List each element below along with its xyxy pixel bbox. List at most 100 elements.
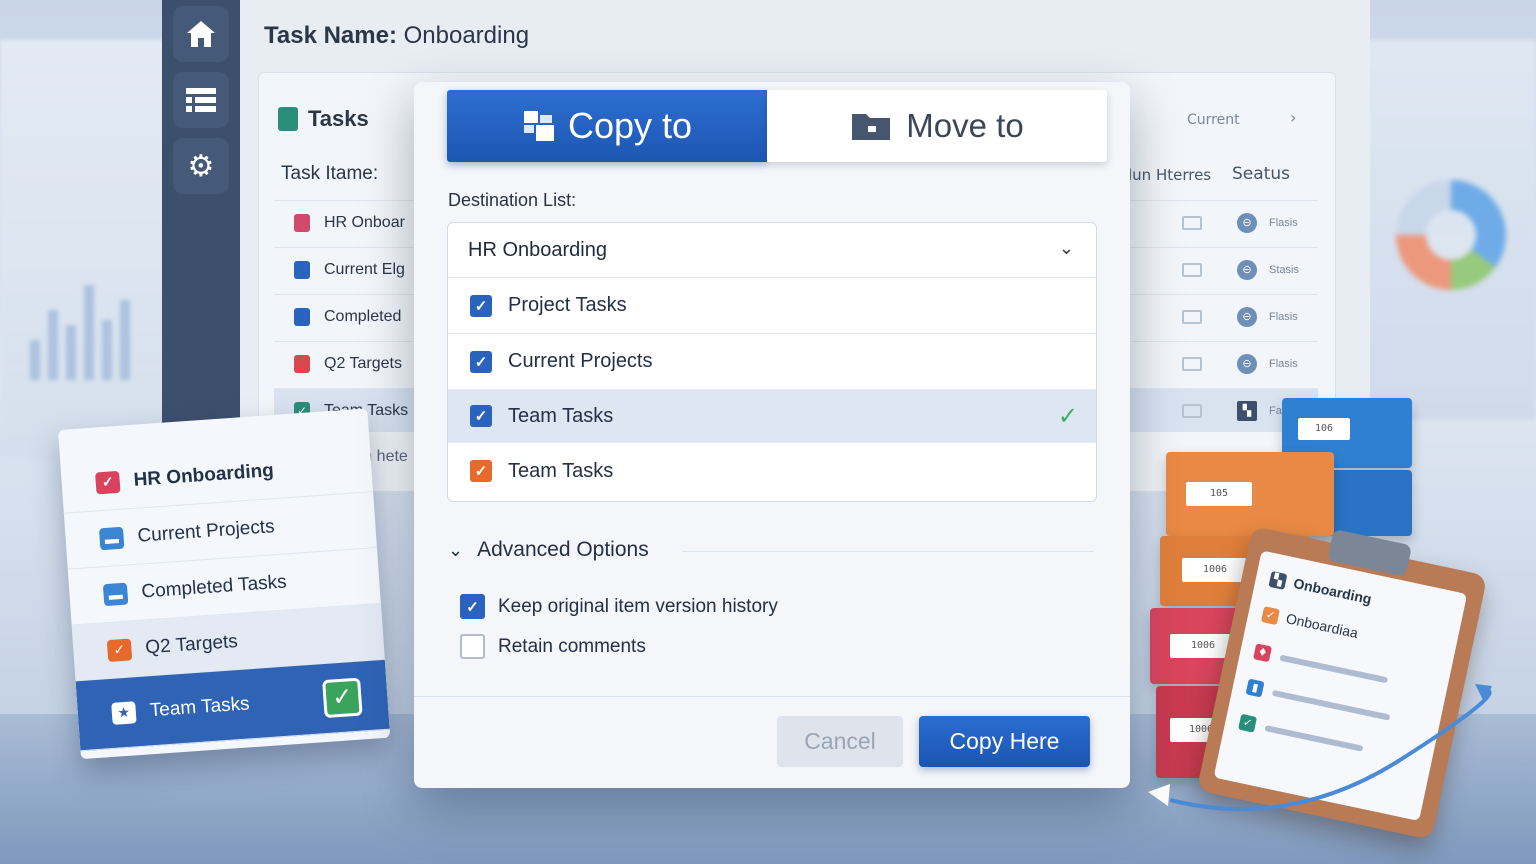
status-icon: ⊖	[1237, 353, 1257, 374]
advanced-options-toggle[interactable]: ⌄ Advanced Options	[448, 538, 649, 562]
chevron-right-icon[interactable]: ›	[1290, 108, 1296, 127]
retain-comments-option[interactable]: Retain comments	[460, 634, 646, 659]
copy-here-button[interactable]: Copy Here	[919, 716, 1090, 767]
floating-list-card: ✓ HR Onboarding ▬ Current Projects ▬ Com…	[58, 408, 391, 760]
option-label: Team Tasks	[508, 404, 614, 427]
background-dashboard-right	[1366, 40, 1536, 420]
sidebar-list-button[interactable]	[173, 72, 229, 128]
column-header-task[interactable]: Task Itame:	[281, 163, 378, 185]
background-dashboard-left	[0, 40, 170, 460]
folder-icon	[852, 114, 891, 140]
dialog-footer-divider	[414, 696, 1130, 697]
row-label: HR Onboar	[324, 213, 405, 231]
row-status: Stasis	[1269, 263, 1299, 276]
home-icon	[187, 21, 215, 47]
mail-icon	[1182, 215, 1202, 230]
background-donut-chart	[1396, 180, 1506, 290]
folder-icon: ▬	[98, 526, 125, 550]
option-checkbox[interactable]: ✓	[470, 460, 492, 482]
destination-select[interactable]: HR Onboarding ⌄	[448, 223, 1096, 278]
advanced-options-label: Advanced Options	[477, 538, 649, 561]
row-status: Flasis	[1269, 310, 1298, 323]
float-item-label: Completed Tasks	[140, 570, 288, 603]
keep-history-checkbox[interactable]: ✓	[460, 594, 485, 619]
status-icon: ⊖	[1237, 259, 1257, 280]
option-label: Team Tasks	[508, 459, 614, 482]
tasks-list-icon	[278, 107, 298, 131]
box-label: 105	[1186, 482, 1252, 506]
retain-comments-checkbox[interactable]	[460, 634, 485, 659]
background-bar-chart	[30, 285, 130, 380]
mail-icon	[1182, 356, 1202, 371]
storage-box-orange: 105	[1166, 452, 1334, 536]
row-status: Flasis	[1269, 216, 1298, 229]
curved-arrow-icon	[1148, 684, 1492, 811]
tab-move-label: Move to	[906, 107, 1024, 144]
keep-history-option[interactable]: ✓ Keep original item version history	[460, 594, 778, 619]
list-icon	[186, 88, 216, 112]
tab-move-to[interactable]: Move to	[767, 90, 1107, 162]
dropdown-option[interactable]: ✓ Project Tasks	[448, 278, 1096, 334]
column-header-status[interactable]: Seatus	[1232, 164, 1290, 184]
mail-icon	[1182, 262, 1202, 277]
column-header-items[interactable]: lun Hterres	[1128, 166, 1211, 184]
destination-list-label: Destination List:	[448, 190, 577, 210]
float-item-label: Q2 Targets	[144, 630, 239, 658]
row-label: Current Elg	[324, 260, 405, 278]
float-item-label: Current Projects	[136, 515, 276, 547]
option-label: Current Projects	[508, 350, 653, 372]
gear-icon: ⚙	[187, 148, 215, 184]
cancel-button[interactable]: Cancel	[777, 716, 903, 767]
app-sidebar: ⚙	[162, 0, 240, 452]
task-name-label: Task Name:	[264, 22, 397, 49]
current-link[interactable]: Current	[1187, 112, 1240, 128]
dropdown-option-selected[interactable]: ✓ Team Tasks ✓	[448, 390, 1096, 443]
float-item-label: Team Tasks	[149, 692, 251, 721]
clipboard-title: Onboarding	[1292, 574, 1374, 608]
mail-icon	[1182, 309, 1202, 324]
clipboard-subtitle: Onboardiaa	[1284, 610, 1360, 642]
status-icon: ⊖	[1237, 306, 1257, 327]
row-status: Flasis	[1269, 357, 1298, 370]
tasks-heading: Tasks	[278, 106, 369, 132]
option-checkbox[interactable]: ✓	[470, 294, 492, 317]
sidebar-home-button[interactable]	[173, 6, 229, 62]
copy-icon: ▚	[1268, 570, 1288, 590]
box-label: 1006	[1182, 558, 1248, 582]
list-item-icon: ♦	[1253, 643, 1273, 663]
status-icon: ⊖	[1237, 212, 1257, 233]
checkbox-icon: ✓	[1260, 606, 1280, 626]
dropdown-option[interactable]: ✓ Team Tasks	[448, 443, 1096, 499]
checkbox-icon: ✓	[95, 470, 121, 494]
dropdown-option[interactable]: ✓ Current Projects	[448, 334, 1096, 390]
box-label: 106	[1298, 418, 1350, 440]
row-status: Fa	[1269, 404, 1282, 417]
row-label: Q2 Targets	[324, 354, 402, 372]
keep-history-label: Keep original item version history	[498, 595, 778, 617]
sidebar-settings-button[interactable]: ⚙	[173, 138, 229, 194]
divider	[682, 551, 1094, 552]
copy-icon: ▚	[1237, 400, 1257, 421]
destination-list-dropdown: HR Onboarding ⌄ ✓ Project Tasks ✓ Curren…	[447, 222, 1097, 502]
chevron-down-icon: ⌄	[448, 539, 464, 560]
row-list-icon	[294, 213, 310, 232]
check-icon: ✓	[1057, 402, 1078, 430]
selected-list-value: HR Onboarding	[468, 238, 607, 261]
tab-copy-to[interactable]: Copy to	[447, 90, 767, 162]
option-label: Project Tasks	[508, 294, 627, 316]
row-label: Completed	[324, 307, 402, 325]
folder-icon: ▬	[102, 582, 129, 606]
star-icon: ★	[111, 700, 137, 725]
mail-icon	[1182, 403, 1202, 418]
float-item-label: HR Onboarding	[132, 459, 275, 491]
retain-comments-label: Retain comments	[498, 635, 646, 657]
copy-icon	[523, 111, 554, 141]
task-name-value: Onboarding	[403, 22, 530, 49]
checkbox-icon: ✓	[106, 637, 133, 662]
tasks-heading-text: Tasks	[308, 106, 369, 131]
option-checkbox[interactable]: ✓	[470, 350, 492, 373]
row-list-icon	[294, 307, 310, 326]
tab-copy-label: Copy to	[567, 105, 693, 146]
chevron-down-icon: ⌄	[1058, 238, 1074, 258]
option-checkbox[interactable]: ✓	[470, 405, 492, 427]
